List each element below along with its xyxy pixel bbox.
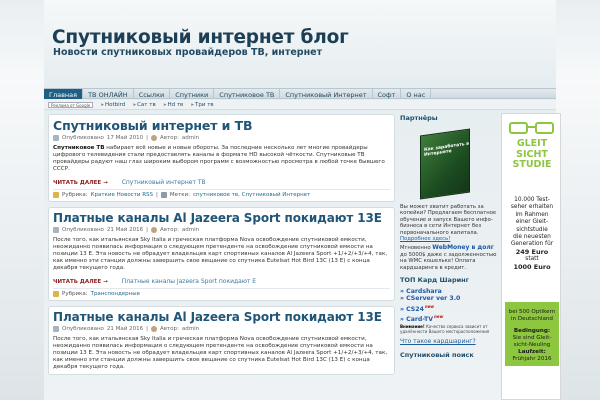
content-column: Спутниковый интернет и ТВ Опубликовано 1… — [48, 114, 395, 380]
list-item[interactable]: » Card-TVnew — [400, 313, 500, 323]
post-keyword-link[interactable]: Платные каналы Jazeera Sport покидают Е — [122, 278, 256, 285]
post-footer: Рубрика: Транспондерные — [53, 288, 390, 297]
post-date: 21 Май 2016 — [106, 326, 144, 332]
ad-link-hotbird[interactable]: ▸Hotbird — [101, 102, 125, 108]
nav-item-software[interactable]: Софт — [373, 89, 402, 99]
ad-slogan: GLEIT SICHT STUDIE — [512, 138, 552, 170]
webmoney-promo: Мгновенно WebMoney в долг до 5000$ даже … — [400, 244, 497, 271]
skyscraper-ad[interactable]: GLEIT SICHT STUDIE 10.000 Test- seher er… — [501, 113, 561, 400]
partners-title: Партнёры — [400, 114, 438, 122]
post-author[interactable]: admin — [182, 135, 199, 141]
ebook-cover-image: Как заработать в Интернете — [420, 128, 470, 200]
google-ads-badge[interactable]: Реклама от Google — [48, 101, 94, 108]
post: Платные каналы Al Jazeera Sport покидают… — [48, 207, 395, 301]
post-footer: Рубрика: Краткие Новости RSS | Метки: сп… — [53, 189, 390, 198]
folder-icon — [53, 291, 59, 297]
arrow-icon: ▸ — [133, 101, 137, 108]
site-description: Новости спутниковых провайдеров ТВ, инте… — [53, 47, 323, 58]
post-meta: Опубликовано 21 Май 2016 | Автор: admin — [53, 227, 390, 233]
satellite-search-title: Спутниковый поиск — [400, 350, 474, 359]
nav-item-links[interactable]: Ссылки — [134, 89, 171, 99]
post: Спутниковый интернет и ТВ Опубликовано 1… — [48, 114, 395, 202]
tags-link[interactable]: спутниковое тв, Спутниковый Интернет — [193, 192, 310, 198]
ad-link-sat-tv[interactable]: ▸Сат тв — [133, 102, 155, 108]
ad-links-bar: Реклама от Google ▸Hotbird ▸Сат тв ▸Hd т… — [44, 100, 556, 110]
site-title[interactable]: Спутниковый интернет блог — [52, 27, 349, 48]
partner-details-link[interactable]: Подробнее здесь! — [400, 236, 450, 242]
category-link[interactable]: Транспондерные — [91, 291, 140, 297]
main-nav: Главная ТВ ОНЛАЙН Ссылки Спутники Спутни… — [44, 88, 556, 99]
ad-link-hd-tv[interactable]: ▸Hd тв — [164, 102, 184, 108]
post-excerpt: После того, как итальянская Sky Italia и… — [53, 237, 388, 271]
partner-text: Вы может хватит работать за копейки? Пре… — [400, 204, 497, 243]
read-more-link[interactable]: ЧИТАТЬ ДАЛЕЕ → — [53, 279, 108, 285]
post-title[interactable]: Платные каналы Al Jazeera Sport покидают… — [53, 211, 390, 225]
what-is-cardsharing-link[interactable]: Что такое кардшаринг? — [400, 338, 500, 345]
calendar-icon — [53, 326, 59, 332]
post-excerpt: После того, как итальянская Sky Italia и… — [53, 336, 388, 370]
nav-item-satellite-internet[interactable]: Спутниковый Интернет — [280, 89, 373, 99]
post-author[interactable]: admin — [182, 227, 199, 233]
nav-item-about[interactable]: О нас — [401, 89, 432, 99]
nav-item-home[interactable]: Главная — [44, 89, 84, 99]
new-badge: new — [434, 314, 444, 320]
arrow-icon: ▸ — [101, 101, 104, 108]
ad-link-tri-tv[interactable]: ▸Три тв — [191, 102, 213, 108]
post-meta: Опубликовано 21 Май 2016 | Автор: admin — [53, 326, 390, 332]
nav-item-satellite-tv[interactable]: Спутниковое ТВ — [214, 89, 281, 99]
card-sharing-list: » Cardshara » CServer ver 3.0 » CS24new … — [400, 288, 500, 323]
post-author[interactable]: admin — [182, 326, 199, 332]
tag-icon — [160, 192, 167, 198]
nav-item-satellites[interactable]: Спутники — [170, 89, 215, 99]
ad-conditions-box: bei 500 Optikern in Deutschland Bedingun… — [505, 302, 559, 366]
nav-item-tv-online[interactable]: ТВ ОНЛАЙН — [83, 89, 134, 99]
arrow-icon: ▸ — [191, 101, 195, 108]
partner-banner[interactable]: Как заработать в Интернете — [406, 126, 496, 204]
service-warning: Внимание! Качество сервиса зависит от уд… — [400, 324, 490, 335]
webmoney-link[interactable]: WebMoney в долг — [432, 244, 494, 251]
top-card-sharing-title: ТОП Кард Шаринг — [400, 276, 470, 285]
glasses-icon — [506, 119, 558, 137]
sidebar: Партнёры Как заработать в Интернете Вы м… — [400, 114, 500, 359]
list-item[interactable]: » CServer ver 3.0 — [400, 295, 500, 302]
category-link[interactable]: Краткие Новости RSS — [91, 192, 153, 198]
user-icon — [150, 227, 157, 233]
read-more-link[interactable]: ЧИТАТЬ ДАЛЕЕ → — [53, 180, 108, 186]
post-title[interactable]: Спутниковый интернет и ТВ — [53, 118, 390, 133]
user-icon — [150, 326, 157, 332]
post-date: 21 Май 2016 — [106, 227, 144, 233]
calendar-icon — [53, 227, 59, 233]
post-meta: Опубликовано 17 Май 2010 | Автор: admin — [53, 135, 390, 141]
post-excerpt: Спутниковое ТВ набирает всё новые и новы… — [53, 145, 385, 172]
ad-body: 10.000 Test- seher erhalten im Rahmen ei… — [510, 197, 554, 271]
post-date: 17 Май 2010 — [106, 135, 144, 141]
folder-icon — [53, 192, 59, 198]
user-icon — [150, 135, 157, 141]
list-item[interactable]: » Cardshara — [400, 288, 500, 295]
post-title[interactable]: Платные каналы Al Jazeera Sport покидают… — [53, 310, 390, 324]
post: Платные каналы Al Jazeera Sport покидают… — [48, 306, 395, 375]
post-keyword-link[interactable]: Спутниковый интернет ТВ — [122, 179, 206, 186]
list-item[interactable]: » CS24new — [400, 303, 500, 313]
calendar-icon — [53, 135, 59, 141]
new-badge: new — [424, 303, 435, 309]
